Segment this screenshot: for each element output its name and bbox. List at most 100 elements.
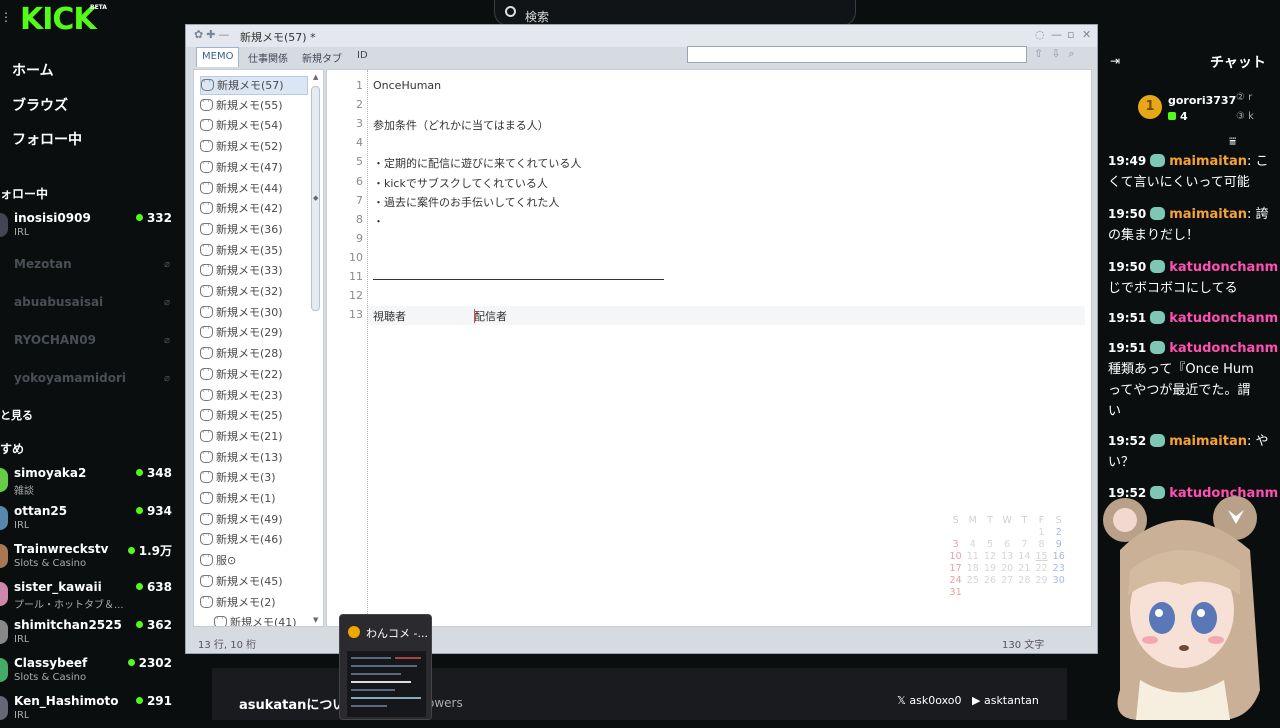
calendar-day[interactable]: 9 [1050, 539, 1067, 550]
memo-list-item[interactable]: 新規メモ(32) [200, 283, 308, 302]
memo-list-item[interactable]: 新規メモ(42) [200, 200, 308, 219]
calendar-day[interactable]: 7 [1016, 539, 1033, 550]
calendar-day[interactable]: 27 [999, 575, 1016, 586]
titlebar-tool-icons[interactable]: ✿✚— [194, 28, 232, 41]
calendar-day[interactable]: 31 [947, 587, 964, 598]
memo-list-item[interactable]: 新規メモ(3) [200, 469, 308, 488]
calendar-day[interactable]: 14 [1016, 551, 1033, 562]
memo-list-item[interactable]: 新規メモ(47) [200, 159, 308, 178]
collapse-chat-icon[interactable]: ⇥ [1110, 54, 1120, 68]
tab-work[interactable]: 仕事関係 [243, 47, 293, 67]
recommended-channel-row[interactable]: sister_kawaii プール・ホットタブ＆... 638 [0, 580, 182, 614]
memo-list-item[interactable]: 新規メモ(49) [200, 511, 308, 530]
calendar-day[interactable]: 12 [981, 551, 998, 562]
recommended-channel-row[interactable]: Classybeef Slots & Casino 2302 [0, 656, 182, 690]
tab-memo[interactable]: MEMO [196, 47, 240, 67]
tab-new[interactable]: 新規タブ [297, 47, 347, 67]
memo-list-item[interactable]: 新規メモ(57) [200, 76, 308, 95]
calendar-day[interactable]: 11 [964, 551, 981, 562]
following-channel-row[interactable]: yokoyamamidori ⌀ [0, 371, 182, 405]
following-channel-row[interactable]: inosisi0909 IRL 332 [0, 211, 182, 245]
memo-list-item[interactable]: 新規メモ(28) [200, 345, 308, 364]
x-link[interactable]: 𝕏 ask0oxo0 [897, 694, 962, 707]
nav-home[interactable]: ホーム [12, 60, 54, 80]
following-channel-row[interactable]: RYOCHAN09 ⌀ [0, 333, 182, 367]
memo-list-item[interactable]: 新規メモ(36) [200, 221, 308, 240]
calendar-day[interactable]: 28 [1016, 575, 1033, 586]
memo-list-item[interactable]: 新規メモ(46) [200, 531, 308, 550]
memo-list-item[interactable]: 新規メモ(41) [214, 614, 322, 626]
memo-editor[interactable]: 1 OnceHuman 2 3 参加条件（どれかに当てはまる人） 4 5 ・定期的に配信に遊び… [326, 69, 1092, 627]
calendar-day[interactable]: 15 [1033, 551, 1050, 562]
youtube-link[interactable]: ▶ asktantan [972, 694, 1039, 707]
message-username[interactable]: katudonchanm [1169, 341, 1278, 356]
filter-icon[interactable]: ⩸ [1229, 134, 1236, 149]
minimize-icon[interactable]: — [1051, 28, 1062, 41]
top-search-bar[interactable]: 検索 [494, 0, 856, 26]
memo-list-item[interactable]: 新規メモ(30) [200, 304, 308, 323]
title-bar[interactable]: ✿✚— 新規メモ(57) * ◌ — ▫ ✕ [186, 25, 1097, 47]
scroll-up-icon[interactable]: ▲ [313, 73, 318, 81]
memo-list-item[interactable]: 新規メモ(21) [200, 428, 308, 447]
calendar-day[interactable]: 4 [964, 539, 981, 550]
nav-browse[interactable]: ブラウズ [12, 95, 68, 115]
calendar-day[interactable]: 21 [1016, 563, 1033, 574]
following-channel-row[interactable]: Mezotan ⌀ [0, 257, 182, 291]
top-gifter-name[interactable]: gorori3737 [1168, 94, 1236, 107]
scroll-grip-icon[interactable]: ◆ [313, 194, 318, 202]
recommended-channel-row[interactable]: simoyaka2 雑談 348 [0, 466, 182, 500]
calendar-day[interactable]: 8 [1033, 539, 1050, 550]
tab-id[interactable]: ID [352, 47, 373, 67]
message-username[interactable]: maimaitan [1169, 434, 1247, 449]
calendar-day[interactable]: 23 [1050, 563, 1067, 574]
memo-list-item[interactable]: 新規メモ(45) [200, 573, 308, 592]
memo-list-item[interactable]: 新規メモ(44) [200, 180, 308, 199]
taskbar-preview[interactable]: わんコメ -... [339, 614, 432, 720]
calendar-day[interactable]: 29 [1033, 575, 1050, 586]
calendar-day[interactable]: 20 [999, 563, 1016, 574]
calendar-day[interactable]: 30 [1050, 575, 1067, 586]
calendar-day[interactable]: 19 [981, 563, 998, 574]
following-channel-row[interactable]: abuabusaisai ⌀ [0, 295, 182, 329]
menu-icon[interactable]: ⋮ [0, 10, 12, 24]
memo-list-item[interactable]: 新規メモ(54) [200, 117, 308, 136]
message-username[interactable]: maimaitan [1169, 207, 1247, 222]
calendar-day[interactable]: 13 [999, 551, 1016, 562]
scroll-down-icon[interactable]: ▼ [313, 616, 318, 624]
recommended-channel-row[interactable]: Trainwreckstv Slots & Casino 1.9万 [0, 542, 182, 576]
memo-list-item[interactable]: 新規メモ(23) [200, 387, 308, 406]
calendar-day[interactable]: 24 [947, 575, 964, 586]
message-username[interactable]: katudonchanm [1169, 311, 1278, 326]
close-icon[interactable]: ✕ [1082, 28, 1091, 41]
calendar-day[interactable]: 25 [964, 575, 981, 586]
memo-list-item[interactable]: 新規メモ(35) [200, 242, 308, 261]
calendar-day[interactable]: 1 [1033, 527, 1050, 538]
memo-list-item[interactable]: 新規メモ(13) [200, 449, 308, 468]
calendar-day[interactable]: 10 [947, 551, 964, 562]
memo-list-item[interactable]: 新規メモ(1) [200, 490, 308, 509]
message-username[interactable]: maimaitan [1169, 154, 1247, 169]
recommended-channel-row[interactable]: ottan25 IRL 934 [0, 504, 182, 538]
show-more-link[interactable]: と見る [0, 407, 33, 423]
calendar-day[interactable]: 22 [1033, 563, 1050, 574]
calendar-day[interactable]: 6 [999, 539, 1016, 550]
restore-icon[interactable]: ◌ [1035, 28, 1045, 41]
calendar-day[interactable]: 18 [964, 563, 981, 574]
nav-following[interactable]: フォロー中 [12, 129, 82, 149]
memo-list-item[interactable]: 新規メモ(52) [200, 138, 308, 157]
memo-list-item[interactable]: 新規メモ(25) [200, 407, 308, 426]
calendar-day[interactable]: 17 [947, 563, 964, 574]
calendar-day[interactable]: 2 [1050, 527, 1067, 538]
calendar-day[interactable]: 5 [981, 539, 998, 550]
memo-list-item[interactable]: 新規メモ(29) [200, 324, 308, 343]
calendar-day[interactable]: 26 [981, 575, 998, 586]
search-nav-icons[interactable]: ⇧⇩⌕ [1034, 47, 1083, 61]
memo-list-item[interactable]: 新規メモ(33) [200, 262, 308, 281]
maximize-icon[interactable]: ▫ [1067, 28, 1074, 41]
kick-logo[interactable]: KICK [20, 2, 97, 37]
message-username[interactable]: katudonchanm [1169, 260, 1278, 275]
memo-list-item[interactable]: 服⊙ [200, 552, 308, 571]
memo-list-item[interactable]: 新規メモ(22) [200, 366, 308, 385]
calendar-day[interactable]: 16 [1050, 551, 1067, 562]
memo-search-input[interactable] [687, 46, 1027, 63]
